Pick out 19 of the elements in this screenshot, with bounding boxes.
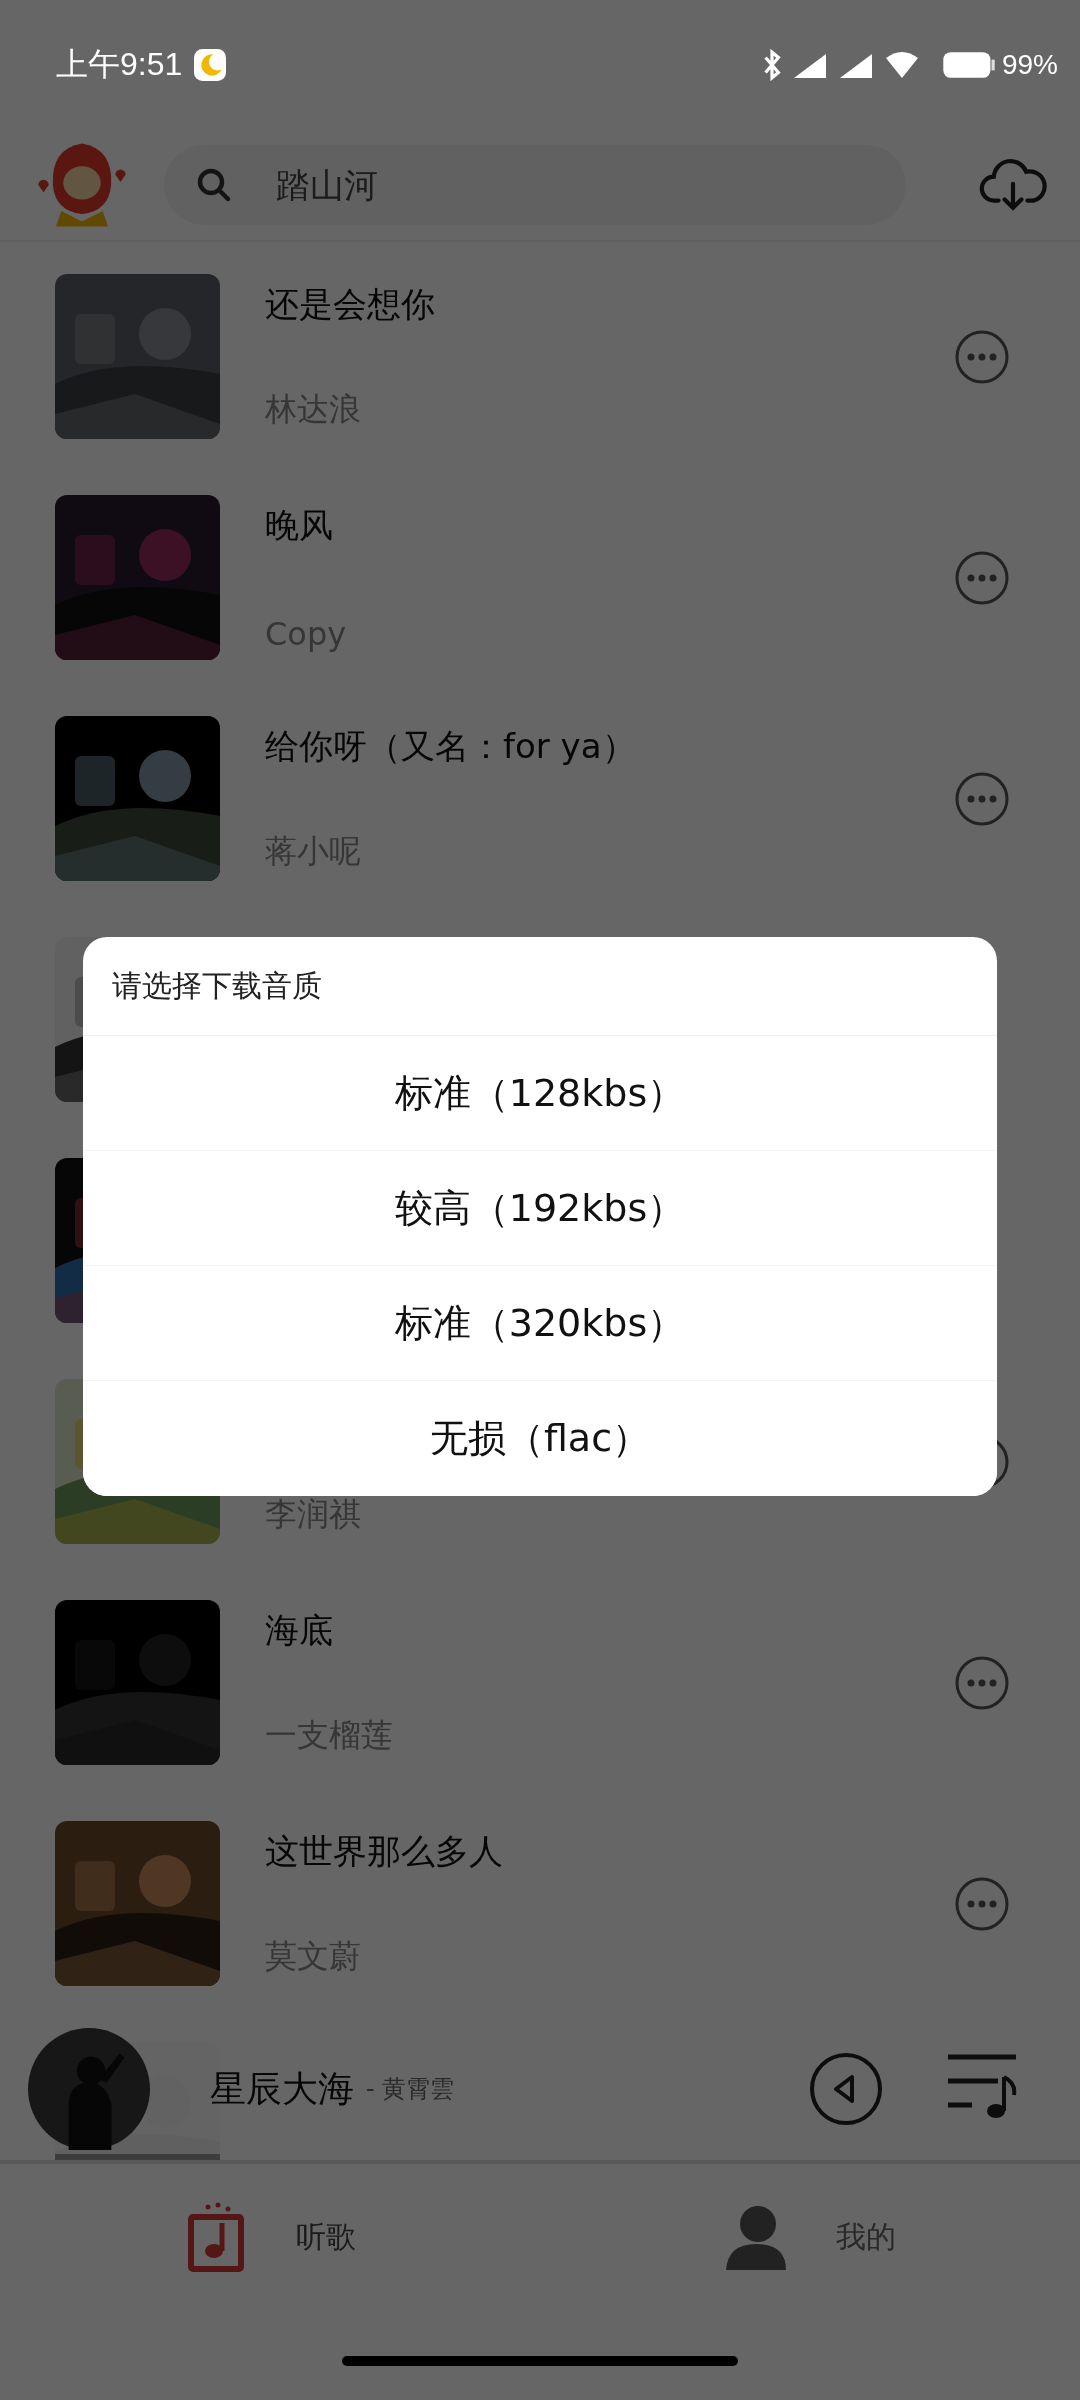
more-options-icon[interactable] <box>954 549 1010 606</box>
status-time: 上午9:51 <box>56 45 183 84</box>
battery-percent: 99% <box>1001 49 1058 81</box>
now-playing-artist: - 黄霄雲 <box>366 2074 455 2105</box>
more-options-icon[interactable] <box>954 328 1010 385</box>
song-title: 给你呀（又名：for ya） <box>265 724 637 768</box>
search-bar[interactable]: 踏山河 <box>164 145 906 225</box>
now-playing-title: 星辰大海 <box>210 2066 354 2111</box>
more-options-icon[interactable] <box>954 1654 1010 1711</box>
song-title: 这世界那么多人 <box>265 1829 504 1873</box>
more-options-icon[interactable] <box>954 1875 1010 1932</box>
battery-icon <box>941 50 996 80</box>
song-title: 海底 <box>265 1608 334 1652</box>
play-icon[interactable] <box>808 2051 884 2127</box>
search-field[interactable]: 踏山河 <box>274 164 678 206</box>
moon-icon <box>194 49 227 81</box>
song-title: 还是会想你 <box>265 282 436 326</box>
song-title: 晚风 <box>265 503 334 547</box>
more-options-icon[interactable] <box>954 770 1010 827</box>
